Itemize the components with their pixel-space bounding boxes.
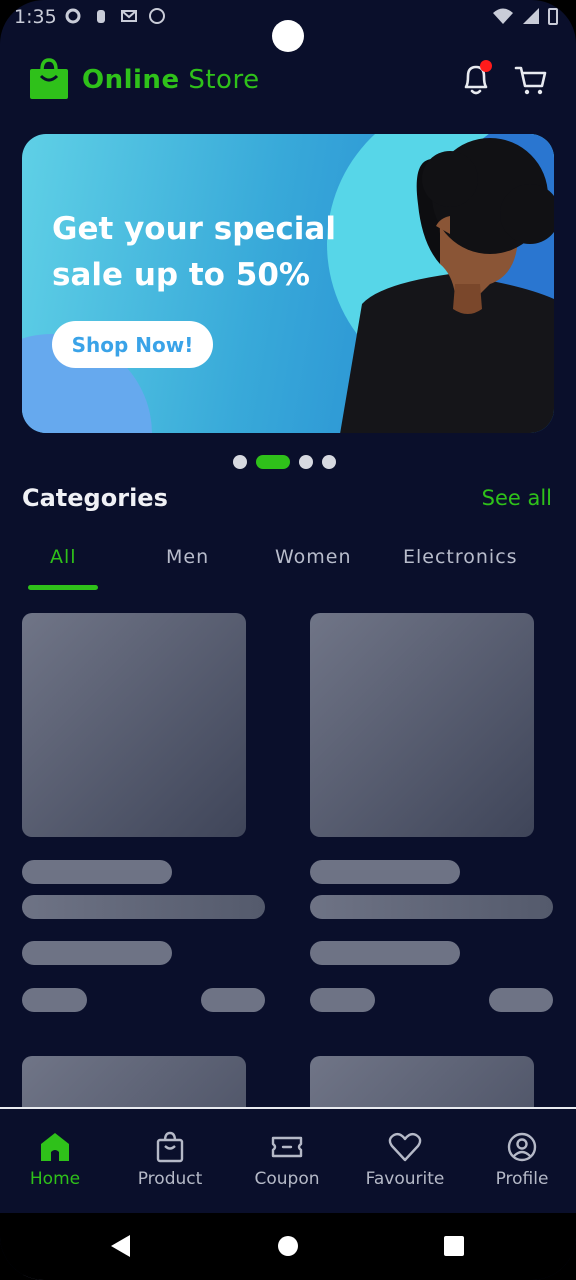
tab-all[interactable]: All [50, 546, 77, 568]
nav-coupon[interactable]: Coupon [232, 1131, 342, 1201]
nav-favourite-label: Favourite [365, 1169, 445, 1189]
skeleton-line [22, 988, 87, 1012]
bug-status-icon [92, 7, 110, 25]
sync-status-icon [148, 7, 166, 25]
carousel-indicator [233, 455, 336, 469]
bag-icon [156, 1131, 184, 1163]
skeleton-line [22, 860, 172, 884]
see-all-link[interactable]: See all [482, 486, 552, 510]
nav-profile-label: Profile [495, 1169, 549, 1189]
active-tab-indicator [28, 585, 98, 590]
nav-product-label: Product [137, 1169, 203, 1189]
app-screen: 1:35 Online Store Get your special sale … [0, 0, 576, 1280]
home-button-icon[interactable] [278, 1236, 298, 1256]
status-icons [64, 7, 166, 25]
nav-coupon-label: Coupon [254, 1169, 320, 1189]
skeleton-line [310, 988, 375, 1012]
recent-apps-icon[interactable] [444, 1236, 464, 1256]
nav-profile[interactable]: Profile [467, 1131, 576, 1201]
notification-badge [480, 60, 492, 72]
skeleton-line [22, 895, 265, 919]
nav-favourite[interactable]: Favourite [350, 1131, 460, 1201]
heart-icon [388, 1132, 422, 1162]
status-time: 1:35 [14, 6, 57, 28]
cart-icon[interactable] [514, 64, 548, 96]
carousel-dot[interactable] [233, 455, 247, 469]
skeleton-line [489, 988, 553, 1012]
camera-cutout [272, 20, 304, 52]
signal-status-icon [522, 7, 540, 29]
back-icon[interactable] [108, 1233, 134, 1259]
user-circle-icon [507, 1132, 537, 1162]
nav-home-label: Home [29, 1169, 81, 1189]
categories-heading: Categories [22, 484, 168, 512]
carousel-dot[interactable] [322, 455, 336, 469]
ticket-icon [271, 1136, 303, 1158]
tab-electronics[interactable]: Electronics [403, 546, 518, 568]
promo-banner[interactable]: Get your special sale up to 50% Shop Now… [22, 134, 554, 433]
skeleton-line [201, 988, 265, 1012]
tab-men[interactable]: Men [166, 546, 209, 568]
skeleton-line [310, 860, 460, 884]
skeleton-line [310, 895, 553, 919]
carousel-dot[interactable] [299, 455, 313, 469]
brand-name: Online Store [82, 65, 260, 95]
wifi-status-icon [492, 7, 514, 29]
nav-product[interactable]: Product [115, 1131, 225, 1201]
settings-status-icon [64, 7, 82, 25]
banner-title: Get your special sale up to 50% [52, 211, 336, 293]
mail-status-icon [120, 7, 138, 25]
carousel-dot-active[interactable] [256, 455, 290, 469]
nav-home[interactable]: Home [0, 1131, 110, 1201]
system-navigation-bar [0, 1213, 576, 1280]
app-header: Online Store [28, 56, 548, 106]
category-tabs: All Men Women Electronics [0, 540, 576, 590]
skeleton-product-image [310, 613, 534, 837]
brand-name-bold: Online [82, 65, 180, 95]
skeleton-line [310, 941, 460, 965]
skeleton-line [22, 941, 172, 965]
status-right-icons [492, 7, 558, 29]
shop-now-button[interactable]: Shop Now! [52, 321, 213, 368]
brand-name-rest: Store [188, 65, 260, 95]
banner-model-image [340, 138, 554, 433]
home-icon [41, 1133, 69, 1161]
battery-status-icon [548, 7, 558, 29]
skeleton-product-image [22, 613, 246, 837]
bottom-navigation: Home Product Coupon Favourite Profile [0, 1107, 576, 1213]
tab-women[interactable]: Women [275, 546, 352, 568]
shopping-bag-logo-icon [30, 58, 68, 99]
